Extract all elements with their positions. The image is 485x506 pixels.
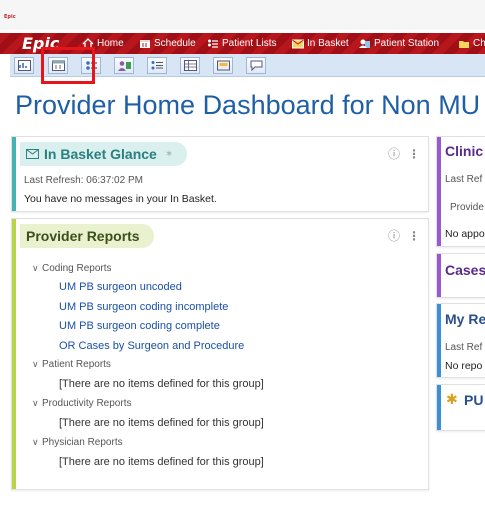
my-reports-last-refresh: Last Ref — [445, 342, 483, 353]
info-icon[interactable]: ⓘ — [388, 145, 400, 162]
panel-accent — [12, 219, 16, 489]
clinic-no-appointments: No appo — [445, 228, 485, 240]
info-icon[interactable]: ⓘ — [388, 227, 400, 244]
report-link[interactable]: UM PB surgeon coding complete — [59, 320, 220, 332]
my-reports-panel: My Re Last Ref No repo — [436, 303, 485, 378]
in-basket-last-refresh: Last Refresh: 06:37:02 PM — [24, 175, 143, 186]
tree-group-productivity-reports[interactable]: ∨ Productivity Reports — [32, 398, 131, 409]
clinic-last-refresh: Last Ref — [445, 174, 483, 185]
clinic-panel: Clinic Last Ref Provide No appo — [436, 136, 485, 247]
tree-group-label: Physician Reports — [42, 437, 123, 448]
cases-panel: Cases — [436, 253, 485, 298]
chart-icon — [458, 38, 470, 49]
panel-actions: ⓘ ⋮ — [388, 145, 420, 162]
provider-reports-panel: Provider Reports ⓘ ⋮ ∨ Coding Reports UM… — [11, 218, 429, 490]
empty-group-message: [There are no items defined for this gro… — [59, 378, 264, 390]
calendar-icon — [139, 38, 151, 49]
envelope-icon — [292, 38, 304, 49]
pin-icon[interactable]: ✶ — [165, 149, 173, 160]
tree-group-patient-reports[interactable]: ∨ Patient Reports — [32, 359, 111, 370]
page-title: Provider Home Dashboard for Non MU P — [15, 90, 485, 120]
nav-chart[interactable]: Ch — [458, 36, 485, 51]
tree-group-physician-reports[interactable]: ∨ Physician Reports — [32, 437, 123, 448]
panel-accent — [437, 137, 441, 246]
more-options-icon[interactable]: ⋮ — [408, 229, 420, 243]
panel-accent — [437, 304, 441, 377]
empty-group-message: [There are no items defined for this gro… — [59, 456, 264, 468]
tree-group-coding-reports[interactable]: ∨ Coding Reports — [32, 263, 111, 274]
in-basket-message: You have no messages in your In Basket. — [24, 193, 217, 205]
toolbar-patients-button[interactable] — [114, 57, 134, 74]
nav-patient-station[interactable]: Patient Station — [359, 36, 439, 51]
empty-group-message: [There are no items defined for this gro… — [59, 417, 264, 429]
cases-title[interactable]: Cases — [445, 262, 485, 278]
nav-in-basket[interactable]: In Basket — [292, 36, 349, 51]
nav-schedule[interactable]: Schedule — [139, 36, 196, 51]
toolbar-grid-button[interactable] — [180, 57, 200, 74]
report-link[interactable]: OR Cases by Surgeon and Procedure — [59, 340, 244, 352]
clinic-title[interactable]: Clinic — [445, 143, 483, 159]
tree-group-label: Coding Reports — [42, 263, 112, 274]
tree-group-label: Productivity Reports — [42, 398, 132, 409]
clinic-provider: Provide — [450, 202, 484, 213]
nav-home-label: Home — [97, 38, 124, 49]
panel-accent — [437, 254, 441, 297]
toolbar-chat-button[interactable] — [246, 57, 266, 74]
chevron-down-icon: ∨ — [32, 359, 39, 369]
patient-station-icon — [359, 38, 371, 49]
provider-reports-title[interactable]: Provider Reports — [20, 224, 154, 248]
chevron-down-icon: ∨ — [32, 437, 39, 447]
nav-in-basket-label: In Basket — [307, 38, 349, 49]
patient-list-icon — [207, 38, 219, 49]
toolbar-list-button[interactable] — [147, 57, 167, 74]
title-bar: Epic — [0, 0, 485, 30]
small-epic-logo: Epic — [4, 14, 16, 20]
my-reports-title[interactable]: My Re — [445, 311, 485, 327]
pub-title[interactable]: PU — [464, 392, 483, 408]
pub-panel: ✱ PU — [436, 384, 485, 431]
nav-patient-lists[interactable]: Patient Lists — [207, 36, 276, 51]
provider-reports-title-text: Provider Reports — [26, 228, 140, 244]
panel-accent — [12, 137, 16, 211]
nav-schedule-label: Schedule — [154, 38, 196, 49]
star-icon: ✱ — [446, 391, 458, 407]
nav-patient-lists-label: Patient Lists — [222, 38, 277, 49]
report-link[interactable]: UM PB surgeon coding incomplete — [59, 301, 228, 313]
panel-actions: ⓘ ⋮ — [388, 227, 420, 244]
nav-chart-label: Ch — [473, 38, 485, 49]
in-basket-glance-title-text: In Basket Glance — [44, 146, 157, 162]
more-options-icon[interactable]: ⋮ — [408, 147, 420, 161]
nav-patient-station-label: Patient Station — [374, 38, 440, 49]
envelope-icon — [26, 146, 39, 162]
toolbar-inbox-button[interactable] — [213, 57, 233, 74]
tree-group-label: Patient Reports — [42, 359, 111, 370]
in-basket-glance-panel: In Basket Glance ✶ ⓘ ⋮ Last Refresh: 06:… — [11, 136, 429, 212]
chevron-down-icon: ∨ — [32, 398, 39, 408]
highlight-box — [41, 47, 95, 84]
report-link[interactable]: UM PB surgeon uncoded — [59, 281, 182, 293]
toolbar-dashboard-button[interactable] — [14, 57, 34, 74]
panel-accent — [437, 385, 441, 430]
my-reports-none: No repo — [445, 360, 483, 372]
chevron-down-icon: ∨ — [32, 263, 39, 273]
in-basket-glance-title[interactable]: In Basket Glance ✶ — [20, 142, 188, 166]
